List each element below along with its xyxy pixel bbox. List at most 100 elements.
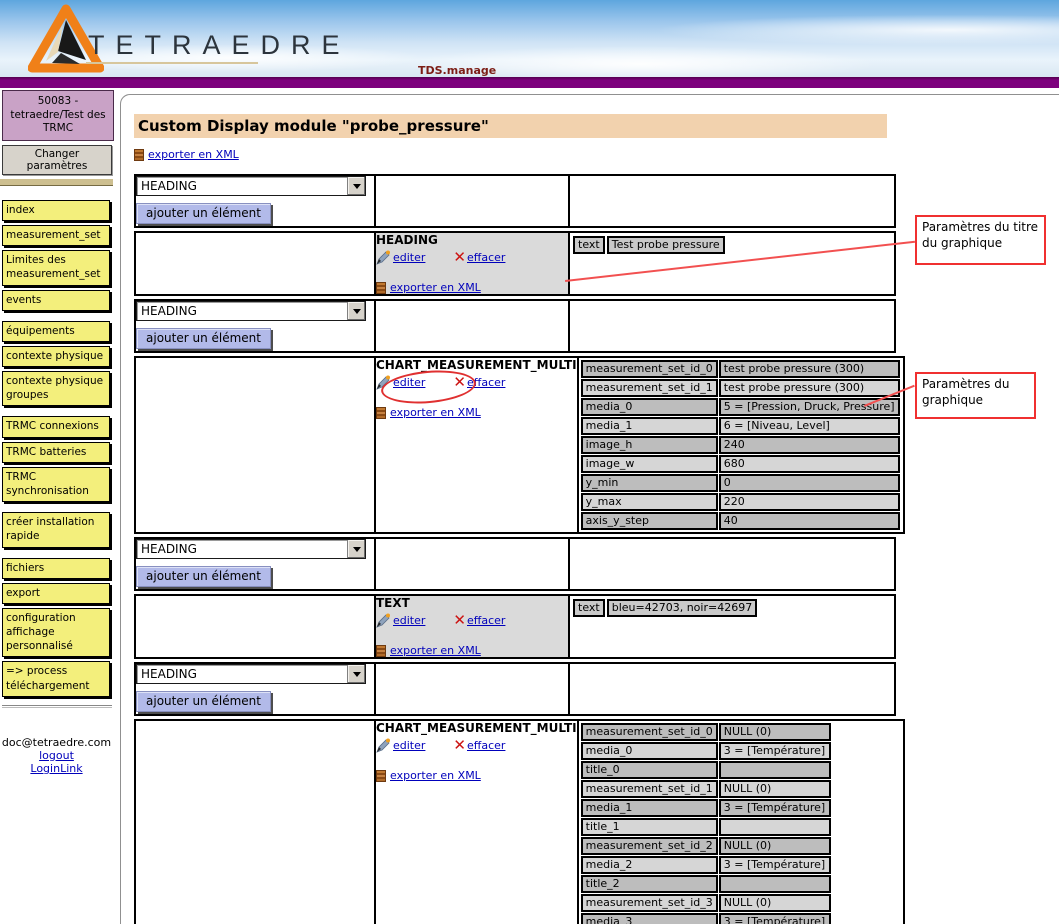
text-kv-table: text bleu=42703, noir=42697 xyxy=(571,597,759,619)
sidebar-bottom-divider xyxy=(2,705,112,708)
edit-link[interactable]: editer xyxy=(393,251,425,264)
export-xml-link[interactable]: exporter en XML xyxy=(148,148,239,161)
delete-x-icon: ✕ xyxy=(453,251,466,264)
loginlink-link[interactable]: LoginLink xyxy=(30,762,82,775)
delete-x-icon: ✕ xyxy=(453,614,466,627)
sidebar-item[interactable]: équipements xyxy=(2,321,110,342)
param-row: media_03 = [Température] xyxy=(581,742,831,760)
param-key: title_2 xyxy=(581,875,718,893)
sidebar-item[interactable]: contexte physique xyxy=(2,346,110,367)
edit-link[interactable]: editer xyxy=(393,739,425,752)
empty-cell xyxy=(375,175,569,227)
kv-value: bleu=42703, noir=42697 xyxy=(607,599,757,617)
param-value: 6 = [Niveau, Level] xyxy=(719,417,900,435)
selector-row: HEADING ajouter un élément xyxy=(134,537,896,591)
param-value: test probe pressure (300) xyxy=(719,360,900,378)
sidebar-item[interactable]: contexte physique groupes xyxy=(2,371,110,406)
param-value: NULL (0) xyxy=(719,780,831,798)
empty-cell xyxy=(569,300,895,352)
sidebar-divider-strip xyxy=(0,179,113,186)
param-value: 3 = [Température] xyxy=(719,799,831,817)
param-row: measurement_set_id_0test probe pressure … xyxy=(581,360,900,378)
export-xml-link[interactable]: exporter en XML xyxy=(390,281,481,294)
param-row: measurement_set_id_1NULL (0) xyxy=(581,780,831,798)
sidebar-item[interactable]: index xyxy=(2,200,110,221)
delete-x-icon: ✕ xyxy=(453,739,466,752)
param-value xyxy=(719,761,831,779)
element-type-select[interactable]: HEADING xyxy=(136,664,366,684)
logout-link[interactable]: logout xyxy=(39,749,74,762)
sidebar-item[interactable]: => process téléchargement xyxy=(2,661,110,696)
edit-link[interactable]: editer xyxy=(393,614,425,627)
add-element-button[interactable]: ajouter un élément xyxy=(136,328,271,349)
sidebar-item[interactable]: Limites des measurement_set xyxy=(2,250,110,285)
element-type-select[interactable]: HEADING xyxy=(136,539,366,559)
param-value xyxy=(719,818,831,836)
param-row: y_min0 xyxy=(581,474,900,492)
param-value: 220 xyxy=(719,493,900,511)
element-row-chart-1: CHART_MEASUREMENT_MULTI editer ✕ effacer… xyxy=(134,356,905,534)
param-key: y_min xyxy=(581,474,718,492)
xml-document-icon xyxy=(376,282,386,294)
page-title: Custom Display module "probe_pressure" xyxy=(134,114,887,138)
param-row: title_0 xyxy=(581,761,831,779)
add-element-button[interactable]: ajouter un élément xyxy=(136,691,271,712)
sidebar-item[interactable]: fichiers xyxy=(2,558,110,579)
sidebar-item[interactable]: export xyxy=(2,583,110,604)
param-row: axis_y_step40 xyxy=(581,512,900,530)
selector-row: HEADING ajouter un élément xyxy=(134,174,896,228)
user-email: doc@tetraedre.com xyxy=(0,736,113,749)
sidebar-item[interactable]: TRMC connexions xyxy=(2,416,110,437)
element-type-select[interactable]: HEADING xyxy=(136,176,366,196)
sidebar-item[interactable]: events xyxy=(2,290,110,311)
brand-underline xyxy=(86,62,258,64)
element-type-select[interactable]: HEADING xyxy=(136,301,366,321)
empty-cell xyxy=(135,720,375,924)
pencil-icon xyxy=(376,613,391,628)
sidebar-item[interactable]: TRMC synchronisation xyxy=(2,467,110,502)
select-dropdown-arrow[interactable] xyxy=(347,177,365,195)
param-row: title_1 xyxy=(581,818,831,836)
selector-cell: HEADING ajouter un élément xyxy=(135,300,375,352)
param-key: measurement_set_id_1 xyxy=(581,379,718,397)
element-type-label: HEADING xyxy=(376,233,568,247)
param-row: measurement_set_id_2NULL (0) xyxy=(581,837,831,855)
change-params-button[interactable]: Changer paramètres xyxy=(2,145,112,175)
annotation-box-title: Paramètres du titre du graphique xyxy=(915,215,1046,265)
param-value: NULL (0) xyxy=(719,837,831,855)
delete-link[interactable]: effacer xyxy=(467,614,505,627)
text-element-cell: TEXT editer ✕ effacer exporter en XML xyxy=(375,595,569,658)
delete-link[interactable]: effacer xyxy=(467,739,505,752)
param-value: 0 xyxy=(719,474,900,492)
heading-kv-table: text Test probe pressure xyxy=(571,234,727,256)
select-dropdown-arrow[interactable] xyxy=(347,540,365,558)
chart-params-cell: measurement_set_id_0test probe pressure … xyxy=(578,357,904,533)
add-element-button[interactable]: ajouter un élément xyxy=(136,566,271,587)
add-element-button[interactable]: ajouter un élément xyxy=(136,203,271,224)
chart-params-table: measurement_set_id_0test probe pressure … xyxy=(580,359,901,531)
kv-key: text xyxy=(573,599,605,617)
export-xml-link[interactable]: exporter en XML xyxy=(390,644,481,657)
export-xml-link[interactable]: exporter en XML xyxy=(390,406,481,419)
app-title: TDS.manage xyxy=(418,64,496,77)
param-key: title_0 xyxy=(581,761,718,779)
param-key: image_w xyxy=(581,455,718,473)
select-dropdown-arrow[interactable] xyxy=(347,665,365,683)
param-row: media_13 = [Température] xyxy=(581,799,831,817)
sidebar-item[interactable]: configuration affichage personnalisé xyxy=(2,608,110,658)
chart-params-table: measurement_set_id_0NULL (0)media_03 = [… xyxy=(580,722,832,924)
select-dropdown-arrow[interactable] xyxy=(347,302,365,320)
param-key: media_0 xyxy=(581,398,718,416)
param-value: NULL (0) xyxy=(719,894,831,912)
sidebar-item[interactable]: measurement_set xyxy=(2,225,110,246)
param-row: image_h240 xyxy=(581,436,900,454)
selector-row: HEADING ajouter un élément xyxy=(134,299,896,353)
sidebar-item[interactable]: créer installation rapide xyxy=(2,512,110,547)
sidebar-item[interactable]: TRMC batteries xyxy=(2,442,110,463)
param-value: 240 xyxy=(719,436,900,454)
param-row: y_max220 xyxy=(581,493,900,511)
export-xml-link[interactable]: exporter en XML xyxy=(390,769,481,782)
xml-document-icon xyxy=(376,770,386,782)
delete-link[interactable]: effacer xyxy=(467,251,505,264)
element-type-label: TEXT xyxy=(376,596,568,610)
